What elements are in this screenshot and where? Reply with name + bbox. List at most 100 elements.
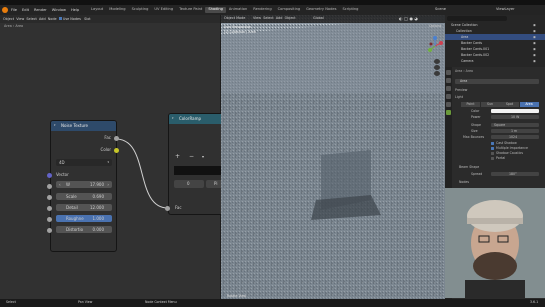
menu-help[interactable]: Help — [71, 8, 79, 13]
menu-window[interactable]: Window — [52, 8, 66, 13]
visibility-eye-icon[interactable]: ◉ — [533, 29, 536, 33]
tab-animation[interactable]: Animation — [226, 7, 250, 13]
spread-field[interactable]: 180° — [491, 172, 539, 176]
scene-selector[interactable]: Scene — [435, 7, 446, 12]
visibility-eye-icon[interactable]: ◉ — [533, 23, 536, 27]
distortion-input-socket[interactable] — [47, 228, 52, 233]
chevron-down-icon[interactable]: ▾ — [202, 155, 204, 159]
detail-input-socket[interactable] — [47, 206, 52, 211]
dimension-dropdown[interactable]: 4D ▾ — [56, 159, 112, 166]
visibility-eye-icon[interactable]: ◉ — [533, 47, 536, 51]
noise-node-header[interactable]: ▾ Noise Texture — [51, 121, 116, 131]
fac-input-socket[interactable] — [165, 206, 170, 211]
visibility-eye-icon[interactable]: ◉ — [533, 53, 536, 57]
light-data-tab-icon[interactable] — [446, 110, 451, 115]
light-color-swatch[interactable] — [491, 109, 539, 113]
shape-dropdown[interactable]: Square — [491, 123, 539, 127]
pan-icon[interactable] — [434, 65, 440, 70]
preview-panel-header[interactable]: Preview — [455, 88, 467, 92]
power-field[interactable]: 10 W — [491, 115, 539, 119]
menu-render[interactable]: Render — [34, 8, 47, 13]
view-layer-selector[interactable]: ViewLayer — [496, 7, 515, 12]
light-type-point[interactable]: Point — [461, 102, 480, 107]
stop-index-field[interactable]: 0 — [174, 180, 204, 188]
options-button[interactable]: Options — [429, 24, 441, 28]
3d-viewport[interactable]: Object Mode View Select Add Object Globa… — [221, 15, 445, 307]
tab-geometry-nodes[interactable]: Geometry Nodes — [303, 7, 339, 13]
cast-shadow-checkbox[interactable] — [491, 142, 494, 145]
menu-file[interactable]: File — [11, 8, 17, 13]
blender-logo-icon[interactable] — [2, 7, 8, 13]
output-tab-icon[interactable] — [446, 86, 451, 91]
max-bounces-field[interactable]: 1024 — [491, 135, 539, 139]
distortion-field[interactable]: Distortio 0.000 — [56, 226, 112, 233]
beam-shape-header[interactable]: Beam Shape — [459, 165, 479, 169]
world-tab-icon[interactable] — [446, 94, 451, 99]
colorramp-node-header[interactable]: ▾ ColorRamp — [169, 114, 229, 124]
scale-field[interactable]: Scale 0.690 — [56, 193, 112, 200]
fac-output-socket[interactable] — [114, 136, 119, 141]
light-type-spot[interactable]: Spot — [500, 102, 519, 107]
tab-layout[interactable]: Layout — [88, 7, 106, 13]
light-type-area[interactable]: Area — [519, 102, 539, 107]
tab-texture-paint[interactable]: Texture Paint — [176, 7, 205, 13]
outliner-row[interactable]: Camera ◉ — [445, 58, 545, 64]
viewport-menu-add[interactable]: Add — [276, 16, 283, 20]
size-field[interactable]: 1 m — [491, 129, 539, 133]
visibility-eye-icon[interactable]: ◉ — [533, 35, 536, 39]
w-input-socket[interactable] — [47, 184, 52, 189]
scale-input-socket[interactable] — [47, 195, 52, 200]
vector-input-socket[interactable] — [47, 173, 52, 178]
main-menu: File Edit Render Window Help — [11, 8, 84, 13]
collapse-icon[interactable]: ▾ — [54, 124, 56, 127]
input-fac-label: Fac — [175, 205, 182, 210]
chevron-right-icon[interactable]: › — [107, 182, 109, 187]
portal-checkbox[interactable] — [491, 157, 494, 160]
zoom-icon[interactable] — [434, 59, 440, 64]
outliner-search[interactable] — [447, 16, 507, 21]
light-panel-header[interactable]: Light — [455, 95, 463, 99]
add-stop-button[interactable]: + — [175, 154, 180, 160]
color-output-socket[interactable] — [114, 148, 119, 153]
tab-shading[interactable]: Shading — [205, 7, 226, 13]
roughness-field[interactable]: Roughne 1.000 — [56, 215, 112, 222]
tab-modeling[interactable]: Modeling — [106, 7, 128, 13]
camera-view-icon[interactable] — [434, 71, 440, 76]
visibility-eye-icon[interactable]: ◉ — [533, 41, 536, 45]
menu-edit[interactable]: Edit — [22, 8, 29, 13]
w-field[interactable]: ‹ W 17.900 › — [56, 181, 112, 188]
navigation-gizmo[interactable] — [425, 35, 445, 57]
tab-scripting[interactable]: Scripting — [339, 7, 361, 13]
mode-selector[interactable]: Object Mode — [224, 16, 245, 20]
light-type-sun[interactable]: Sun — [480, 102, 500, 107]
viewport-menu-object[interactable]: Object — [285, 16, 296, 20]
shadow-caustics-checkbox[interactable] — [491, 152, 494, 155]
noise-texture-node[interactable]: ▾ Noise Texture Fac Color 4D ▾ Vector ‹ … — [50, 120, 117, 252]
collapse-icon[interactable]: ▾ — [172, 117, 174, 120]
nodes-panel-header[interactable]: Nodes — [459, 180, 469, 184]
light-name-field[interactable]: Area — [455, 79, 539, 84]
outliner[interactable]: Scene Collection ◉ Collection ◉ Area ◉ Backer … — [445, 15, 545, 67]
chevron-left-icon[interactable]: ‹ — [59, 182, 61, 187]
viewport-menu-view[interactable]: View — [253, 16, 261, 20]
outliner-item-label: Backer Cards.002 — [461, 53, 490, 57]
multiple-importance-checkbox[interactable] — [491, 147, 494, 150]
shading-mode-icons[interactable]: ◐ ◯ ● ◕ — [399, 16, 418, 21]
detail-field[interactable]: Detail 12.000 — [56, 204, 112, 211]
render-tab-icon[interactable] — [446, 78, 451, 83]
outliner-item-label: Backer Cards — [461, 41, 483, 45]
tool-tab-icon[interactable] — [446, 70, 451, 75]
tab-compositing[interactable]: Compositing — [275, 7, 304, 13]
viewport-menu-select[interactable]: Select — [263, 16, 273, 20]
stop-position-label: Pi — [214, 181, 218, 186]
roughness-input-socket[interactable] — [47, 217, 52, 222]
tab-uv-editing[interactable]: UV Editing — [151, 7, 176, 13]
transform-orientation[interactable]: Global — [313, 16, 324, 20]
visibility-eye-icon[interactable]: ◉ — [533, 59, 536, 63]
remove-stop-button[interactable]: − — [189, 154, 194, 160]
tab-rendering[interactable]: Rendering — [250, 7, 274, 13]
colorramp-node[interactable]: ▾ ColorRamp + − ▾ 0 Pi Fac — [168, 113, 229, 215]
tab-sculpting[interactable]: Sculpting — [129, 7, 152, 13]
shader-node-editor[interactable]: Object View Select Add Node Use Nodes Sl… — [0, 15, 229, 307]
object-tab-icon[interactable] — [446, 102, 451, 107]
